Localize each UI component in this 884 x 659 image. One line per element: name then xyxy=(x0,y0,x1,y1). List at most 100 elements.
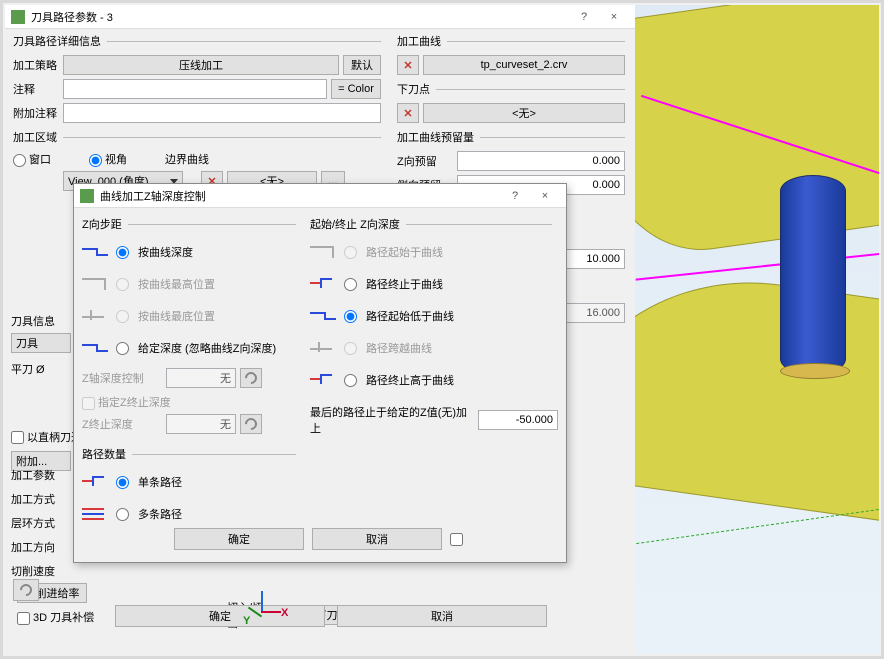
sub-help-button[interactable]: ? xyxy=(500,190,530,202)
curve-header-label: 加工曲线 xyxy=(397,33,441,49)
curve-bottom-icon xyxy=(82,306,110,326)
toolinfo-header: 刀具信息 xyxy=(11,309,77,333)
app-icon xyxy=(80,189,94,203)
detail-header-label: 刀具路径详细信息 xyxy=(13,33,101,49)
cross-curve-icon xyxy=(310,338,338,358)
mach-dir-label: 加工方向 xyxy=(11,539,81,555)
window-radio[interactable]: 窗口 xyxy=(13,151,51,167)
z-ctrl-config-button[interactable] xyxy=(240,368,262,388)
startend-header: 起始/终止 Z向深度 xyxy=(310,212,558,236)
specify-end-checkbox[interactable]: 指定Z终止深度 xyxy=(82,394,171,410)
toolinfo-header-label: 刀具信息 xyxy=(11,313,55,329)
pathcount-header-label: 路径数量 xyxy=(82,446,126,462)
strategy-value: 压线加工 xyxy=(179,57,223,73)
strategy-label: 加工策略 xyxy=(13,57,59,73)
comment-input[interactable] xyxy=(63,79,327,99)
mach-method-label: 加工方式 xyxy=(11,491,81,507)
start-below-curve-option[interactable]: 路径起始低于曲线 xyxy=(310,300,558,332)
default-button[interactable]: 默认 xyxy=(343,55,381,75)
single-path-option[interactable]: 单条路径 xyxy=(82,466,302,498)
color-button[interactable]: = Color xyxy=(331,79,381,99)
sub-ok-button[interactable]: 确定 xyxy=(174,528,304,550)
curve-clear-button[interactable]: ✕ xyxy=(397,55,419,75)
plunge-clear-button[interactable]: ✕ xyxy=(397,103,419,123)
z-depth-control-dialog: 曲线加工Z轴深度控制 ? × Z向步距 按曲线深度 按曲线最高位置 按曲线最底位… xyxy=(73,183,567,563)
z-ctrl-label: Z轴深度控制 xyxy=(82,370,162,386)
comp3d-checkbox[interactable]: 3D 刀具补偿 xyxy=(17,612,94,624)
curve-top-option[interactable]: 按曲线最高位置 xyxy=(82,268,302,300)
start-on-curve-option[interactable]: 路径起始于曲线 xyxy=(310,236,558,268)
curve-header: 加工曲线 xyxy=(391,29,631,53)
x-axis-label: X xyxy=(281,607,288,619)
startend-header-label: 起始/终止 Z向深度 xyxy=(310,216,400,232)
start-below-curve-icon xyxy=(310,306,338,326)
start-on-curve-icon xyxy=(310,242,338,262)
plunge-header: 下刀点 xyxy=(391,77,631,101)
layer-method-label: 层环方式 xyxy=(11,515,81,531)
z-end-label: Z终止深度 xyxy=(82,416,162,432)
view-radio[interactable]: 视角 xyxy=(89,151,127,167)
axis-gizmo: Y X xyxy=(243,591,283,631)
wrench-icon xyxy=(243,416,260,433)
x-icon: ✕ xyxy=(403,107,412,120)
viewport-3d[interactable] xyxy=(635,5,879,654)
tool-button[interactable]: 刀具 xyxy=(11,333,71,353)
add-comment-input[interactable] xyxy=(63,103,381,123)
plunge-select-button[interactable]: <无> xyxy=(423,103,625,123)
cut-speed-label: 切削速度 xyxy=(11,563,81,579)
sub-title: 曲线加工Z轴深度控制 xyxy=(100,188,500,204)
sub-cancel-button[interactable]: 取消 xyxy=(312,528,442,550)
tool-cylinder xyxy=(780,175,846,375)
main-close-button[interactable]: × xyxy=(599,11,629,23)
mach-param-label: 加工参数 xyxy=(11,467,81,483)
curve-depth-option[interactable]: 按曲线深度 xyxy=(82,236,302,268)
region-header-label: 加工区域 xyxy=(13,129,57,145)
sub-titlebar[interactable]: 曲线加工Z轴深度控制 ? × xyxy=(74,184,566,208)
strategy-button[interactable]: 压线加工 xyxy=(63,55,339,75)
given-depth-option[interactable]: 给定深度 (忽略曲线Z向深度) xyxy=(82,332,302,364)
reserve-header: 加工曲线预留量 xyxy=(391,125,631,149)
main-ok-button[interactable]: 确定 xyxy=(115,605,325,627)
reserve-header-label: 加工曲线预留量 xyxy=(397,129,474,145)
sub-extra-checkbox[interactable] xyxy=(450,528,466,550)
y-axis-label: Y xyxy=(243,615,250,627)
end-above-curve-icon xyxy=(310,370,338,390)
main-title: 刀具路径参数 - 3 xyxy=(31,9,569,25)
given-depth-icon xyxy=(82,338,110,358)
x-axis xyxy=(261,611,281,613)
wrench-icon xyxy=(18,582,35,599)
config-button[interactable] xyxy=(13,579,39,601)
end-above-curve-option[interactable]: 路径终止高于曲线 xyxy=(310,364,558,396)
comment-label: 注释 xyxy=(13,81,59,97)
main-footer: 确定 取消 xyxy=(115,605,547,627)
zstep-header-label: Z向步距 xyxy=(82,216,122,232)
final-z-input[interactable] xyxy=(478,410,558,430)
end-on-curve-icon xyxy=(310,274,338,294)
sub-close-button[interactable]: × xyxy=(530,190,560,202)
curve-bottom-option[interactable]: 按曲线最底位置 xyxy=(82,300,302,332)
pathcount-header: 路径数量 xyxy=(82,442,302,466)
add-comment-label: 附加注释 xyxy=(13,105,59,121)
wrench-icon xyxy=(243,370,260,387)
curve-select-button[interactable]: tp_curveset_2.crv xyxy=(423,55,625,75)
end-on-curve-option[interactable]: 路径终止于曲线 xyxy=(310,268,558,300)
curve-depth-icon xyxy=(82,242,110,262)
z-reserve-label: Z向预留 xyxy=(397,153,453,169)
app-frame: 刀具路径参数 - 3 ? × 刀具路径详细信息 加工策略 压线加工 默认 注释 … xyxy=(0,0,884,659)
z-reserve-input[interactable] xyxy=(457,151,625,171)
z-end-config-button[interactable] xyxy=(240,414,262,434)
tool-info-panel: 刀具信息 刀具 平刀 Ø 以直柄刀进行 附加... xyxy=(11,309,77,473)
zstep-header: Z向步距 xyxy=(82,212,302,236)
final-z-label: 最后的路径止于给定的Z值(无)加上 xyxy=(310,404,474,436)
main-titlebar[interactable]: 刀具路径参数 - 3 ? × xyxy=(5,5,635,29)
main-help-button[interactable]: ? xyxy=(569,11,599,23)
boundary-label: 边界曲线 xyxy=(165,151,209,167)
main-cancel-button[interactable]: 取消 xyxy=(337,605,547,627)
single-path-icon xyxy=(82,472,110,492)
z-end-input xyxy=(166,414,236,434)
detail-header: 刀具路径详细信息 xyxy=(7,29,387,53)
app-icon xyxy=(11,10,25,24)
straight-handle-checkbox[interactable]: 以直柄刀进行 xyxy=(11,429,77,445)
plunge-header-label: 下刀点 xyxy=(397,81,430,97)
cross-curve-option[interactable]: 路径跨越曲线 xyxy=(310,332,558,364)
